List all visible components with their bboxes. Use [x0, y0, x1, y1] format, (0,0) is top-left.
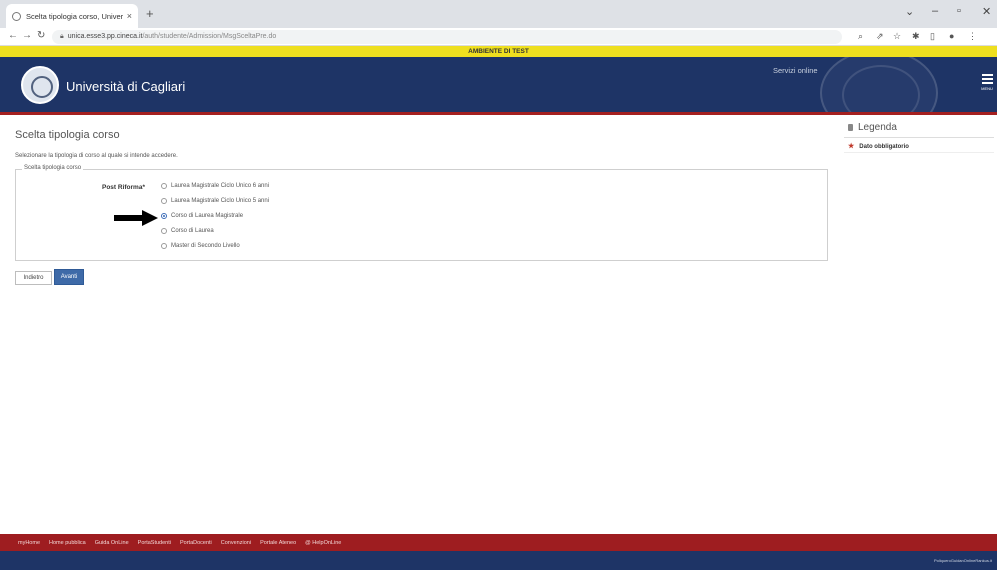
- back-arrow-icon[interactable]: ←: [8, 30, 18, 41]
- footer-link-convenzioni[interactable]: Convenzioni: [221, 540, 251, 546]
- legend-title-text: Legenda: [858, 122, 897, 133]
- url-field[interactable]: 🔒︎ unica.esse3.pp.cineca.it/auth/studente…: [52, 30, 842, 44]
- footer-link-guida-online[interactable]: Guida OnLine: [95, 540, 129, 546]
- close-tab-icon[interactable]: ×: [127, 11, 132, 21]
- radio-button[interactable]: [161, 198, 167, 204]
- footer-link-helponline[interactable]: @ HelpOnLine: [305, 540, 341, 546]
- fieldset-legend: Scelta tipologia corso: [22, 165, 84, 171]
- footer-links-bar: myHome Home pubblica Guida OnLine PortaS…: [0, 534, 997, 551]
- back-button[interactable]: Indietro: [15, 271, 52, 285]
- option-ciclo-unico-6[interactable]: Laurea Magistrale Ciclo Unico 6 anni: [161, 183, 269, 189]
- kebab-menu-icon[interactable]: ⋮: [968, 31, 977, 42]
- footer-credit[interactable]: PoliqueroGuidanOnlineRankus.it: [934, 558, 992, 563]
- option-master-secondo-livello[interactable]: Master di Secondo Livello: [161, 243, 240, 249]
- forward-arrow-icon[interactable]: →: [22, 30, 32, 41]
- footer-bottom-bar: PoliqueroGuidanOnlineRankus.it: [0, 551, 997, 570]
- required-star-icon: ★: [848, 143, 855, 150]
- tab-title: Scelta tipologia corso, Università: [26, 11, 123, 21]
- address-bar: ← → ↻ 🔒︎ unica.esse3.pp.cineca.it/auth/st…: [0, 28, 997, 46]
- url-path: /auth/studente/Admission/MsgSceltaPre.do: [142, 33, 277, 40]
- radio-button-selected[interactable]: [161, 213, 167, 219]
- window-close-icon[interactable]: ✕: [982, 5, 991, 18]
- radio-button[interactable]: [161, 228, 167, 234]
- legend-title: Legenda: [848, 122, 897, 133]
- university-logo[interactable]: [21, 66, 59, 104]
- extensions-icon[interactable]: ✱: [912, 31, 920, 42]
- footer-link-portastudenti[interactable]: PortaStudenti: [138, 540, 171, 546]
- footer-link-portadocenti[interactable]: PortaDocenti: [180, 540, 212, 546]
- option-label: Laurea Magistrale Ciclo Unico 6 anni: [171, 183, 270, 189]
- site-header: Università di Cagliari Servizi online ME…: [0, 57, 997, 115]
- footer-link-portale-ateneo[interactable]: Portale Ateneo: [260, 540, 296, 546]
- sidepanel-icon[interactable]: ▯: [930, 31, 935, 42]
- university-seal-watermark: [820, 57, 938, 112]
- hamburger-icon: [981, 74, 993, 84]
- footer-link-home-pubblica[interactable]: Home pubblica: [49, 540, 86, 546]
- bookmark-star-icon[interactable]: ☆: [893, 31, 901, 42]
- restore-icon[interactable]: ▫: [957, 5, 961, 17]
- share-icon[interactable]: ⇗: [876, 31, 884, 42]
- option-ciclo-unico-5[interactable]: Laurea Magistrale Ciclo Unico 5 anni: [161, 198, 269, 204]
- reload-icon[interactable]: ↻: [37, 30, 45, 41]
- menu-label: MENU: [981, 86, 993, 91]
- option-label: Laurea Magistrale Ciclo Unico 5 anni: [171, 198, 270, 204]
- intro-text: Selezionare la tipologia di corso al qua…: [15, 153, 178, 159]
- url-host: unica.esse3.pp.cineca.it: [67, 33, 143, 40]
- test-environment-banner: AMBIENTE DI TEST: [0, 46, 997, 57]
- globe-icon: [12, 11, 21, 21]
- new-tab-button[interactable]: +: [146, 6, 154, 21]
- tab-search-icon[interactable]: ⌄: [905, 5, 914, 18]
- minimize-icon[interactable]: –: [932, 5, 938, 17]
- footer-link-myhome[interactable]: myHome: [18, 540, 40, 546]
- legend-item-label: Dato obbligatorio: [859, 144, 909, 150]
- option-label: Master di Secondo Livello: [171, 243, 240, 249]
- pointer-arrow-icon: [114, 210, 158, 226]
- browser-tab[interactable]: Scelta tipologia corso, Università ×: [6, 4, 138, 28]
- divider: [844, 137, 994, 138]
- next-button[interactable]: Avanti: [54, 269, 84, 285]
- zoom-icon[interactable]: ⌕: [858, 31, 863, 42]
- option-laurea-magistrale[interactable]: Corso di Laurea Magistrale: [161, 213, 243, 219]
- lock-icon: 🔒︎: [60, 33, 64, 40]
- university-name[interactable]: Università di Cagliari: [66, 79, 185, 94]
- divider: [844, 152, 994, 153]
- servizi-online-label: Servizi online: [773, 66, 818, 75]
- option-label: Corso di Laurea: [171, 228, 214, 234]
- browser-tab-bar: Scelta tipologia corso, Università × + ⌄…: [0, 0, 997, 28]
- radio-button[interactable]: [161, 183, 167, 189]
- menu-button[interactable]: MENU: [980, 74, 994, 91]
- pin-icon: [848, 124, 853, 131]
- legend-required-item: ★ Dato obbligatorio: [848, 142, 909, 150]
- profile-icon[interactable]: ●: [949, 31, 954, 41]
- post-riforma-label: Post Riforma*: [102, 184, 145, 191]
- page-title: Scelta tipologia corso: [15, 129, 120, 141]
- option-label: Corso di Laurea Magistrale: [171, 213, 244, 219]
- option-corso-di-laurea[interactable]: Corso di Laurea: [161, 228, 214, 234]
- radio-button[interactable]: [161, 243, 167, 249]
